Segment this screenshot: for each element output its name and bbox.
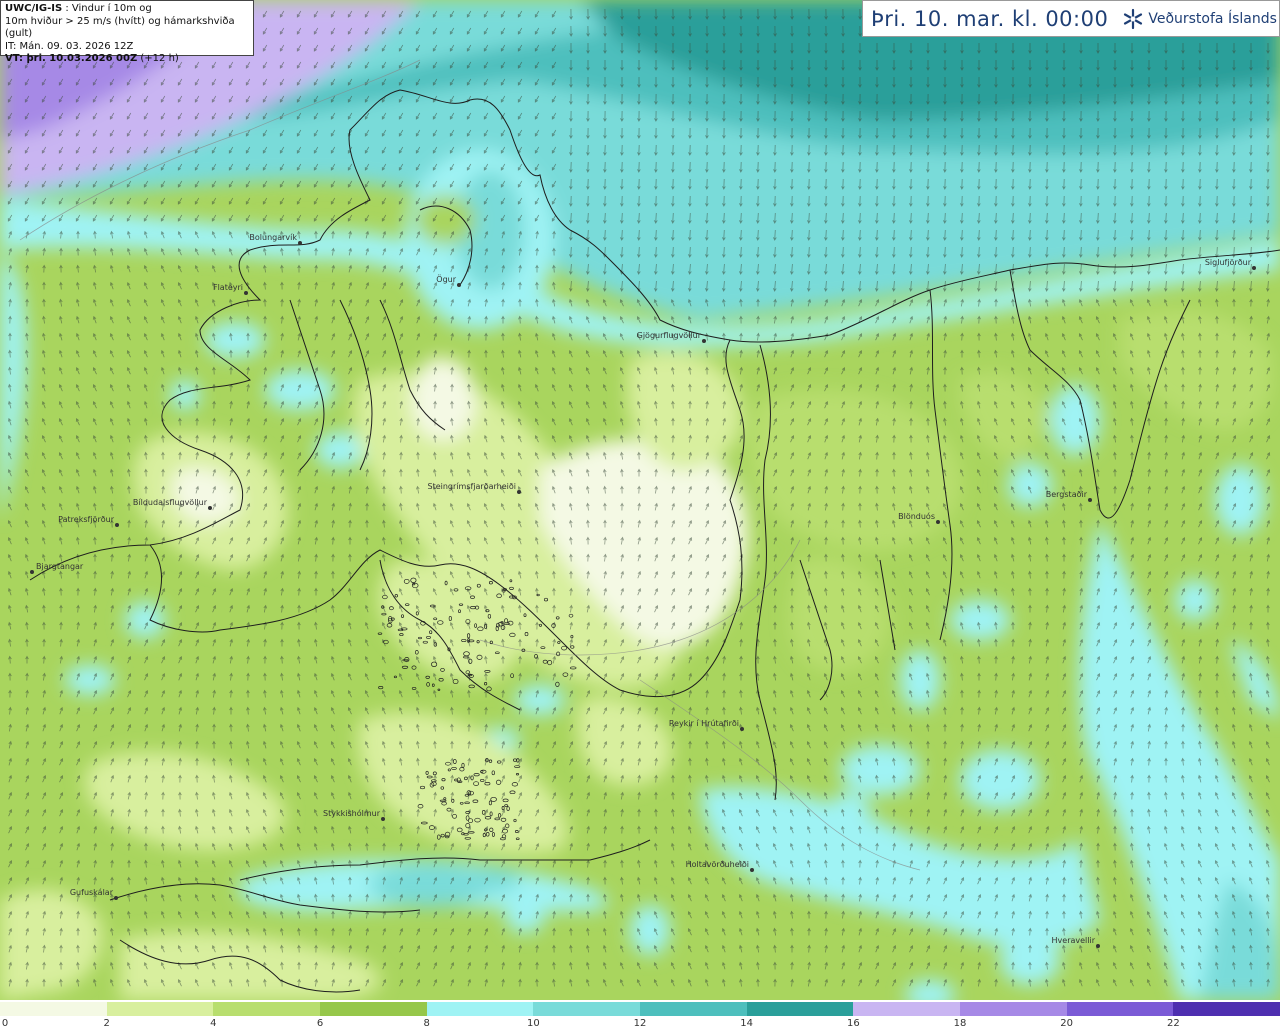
place-label: Bergstaðir [1045,490,1087,499]
legend-label: 20 [1060,1018,1074,1029]
place-marker [702,339,706,343]
legend-swatch [533,1002,641,1016]
place-marker [114,896,118,900]
info-line3: IT: Mán. 09. 03. 2026 12Z [5,40,134,52]
legend-label: 18 [953,1018,967,1029]
place-label: Reykir í Hrútafirði [668,719,739,728]
place-label: Flateyri [212,283,243,292]
place-label: Stykkishólmur [323,809,380,818]
place-marker [208,506,212,510]
place-label: Steingrímsfjarðarheiði [427,482,517,491]
legend-swatch [746,1002,854,1016]
legend-label: 10 [526,1018,540,1029]
place-marker [115,523,119,527]
place-marker [457,283,461,287]
place-marker [1096,944,1100,948]
place-marker [750,868,754,872]
logo-text: Veðurstofa Íslands [1148,10,1277,27]
forecast-info-box: UWC/IG-IS : Vindur í 10m og 10m hviður >… [0,0,254,64]
place-label: Bjargtangar [36,562,84,571]
snowflake-icon [1124,8,1143,29]
place-marker [517,490,521,494]
place-label: Gufuskálar [69,888,113,897]
info-line1: : Vindur í 10m og [62,3,152,14]
legend-label: 16 [846,1018,860,1029]
legend-swatch [426,1002,534,1016]
legend-swatch [1066,1002,1174,1016]
legend-label: 4 [210,1018,217,1029]
place-label: Siglufjörður [1204,258,1251,267]
legend-label: 12 [633,1018,647,1029]
legend-swatch [213,1002,321,1016]
place-label: Hveravellir [1051,936,1095,945]
place-label: Ögur [436,275,456,284]
valid-time: VT: þri. 10.03.2026 00Z [5,53,138,64]
legend-swatch [960,1002,1067,1016]
place-label: Bíldudalsflugvöllur [132,498,207,507]
place-marker [381,817,385,821]
legend-label: 14 [740,1018,754,1029]
wind-speed-legend: 0 2 4 6 8 10 12 14 16 18 20 22 [0,1000,1280,1030]
place-marker [1252,266,1256,270]
legend-swatch [853,1002,961,1016]
place-label: Gjögurflugvöllur [636,331,701,340]
place-label: Bolungarvík [249,233,297,242]
model-name: UWC/IG-IS [5,3,63,14]
forecast-date: Þri. 10. mar. kl. 00:00 [871,6,1109,31]
legend-swatch [106,1002,214,1016]
place-marker [30,570,34,574]
legend-label: 2 [103,1018,110,1029]
legend-swatch [640,1002,747,1016]
legend-label: 22 [1166,1018,1180,1029]
legend-swatch [1173,1002,1280,1016]
place-label: Blönduós [898,512,935,521]
legend-label: 8 [423,1018,430,1029]
forecast-hour: (+12 h) [137,53,179,64]
place-label: Patreksfjörður [58,515,114,524]
place-label: Holtavörðuheiði [685,860,749,869]
vedurstofa-logo: Veðurstofa Íslands [1122,8,1277,30]
title-box: Þri. 10. mar. kl. 00:00 Veðurstofa Íslan… [862,0,1280,37]
place-marker [740,727,744,731]
legend-swatch [0,1002,107,1016]
legend-color-bar [0,1002,1280,1016]
info-line2: 10m hviður > 25 m/s (hvítt) og hámarkshv… [5,15,235,40]
place-marker [936,520,940,524]
legend-label: 0 [1,1018,9,1029]
legend-label: 6 [316,1018,324,1029]
place-marker [1088,498,1092,502]
legend-swatch [320,1002,427,1016]
place-marker [244,291,248,295]
place-marker [298,241,302,245]
